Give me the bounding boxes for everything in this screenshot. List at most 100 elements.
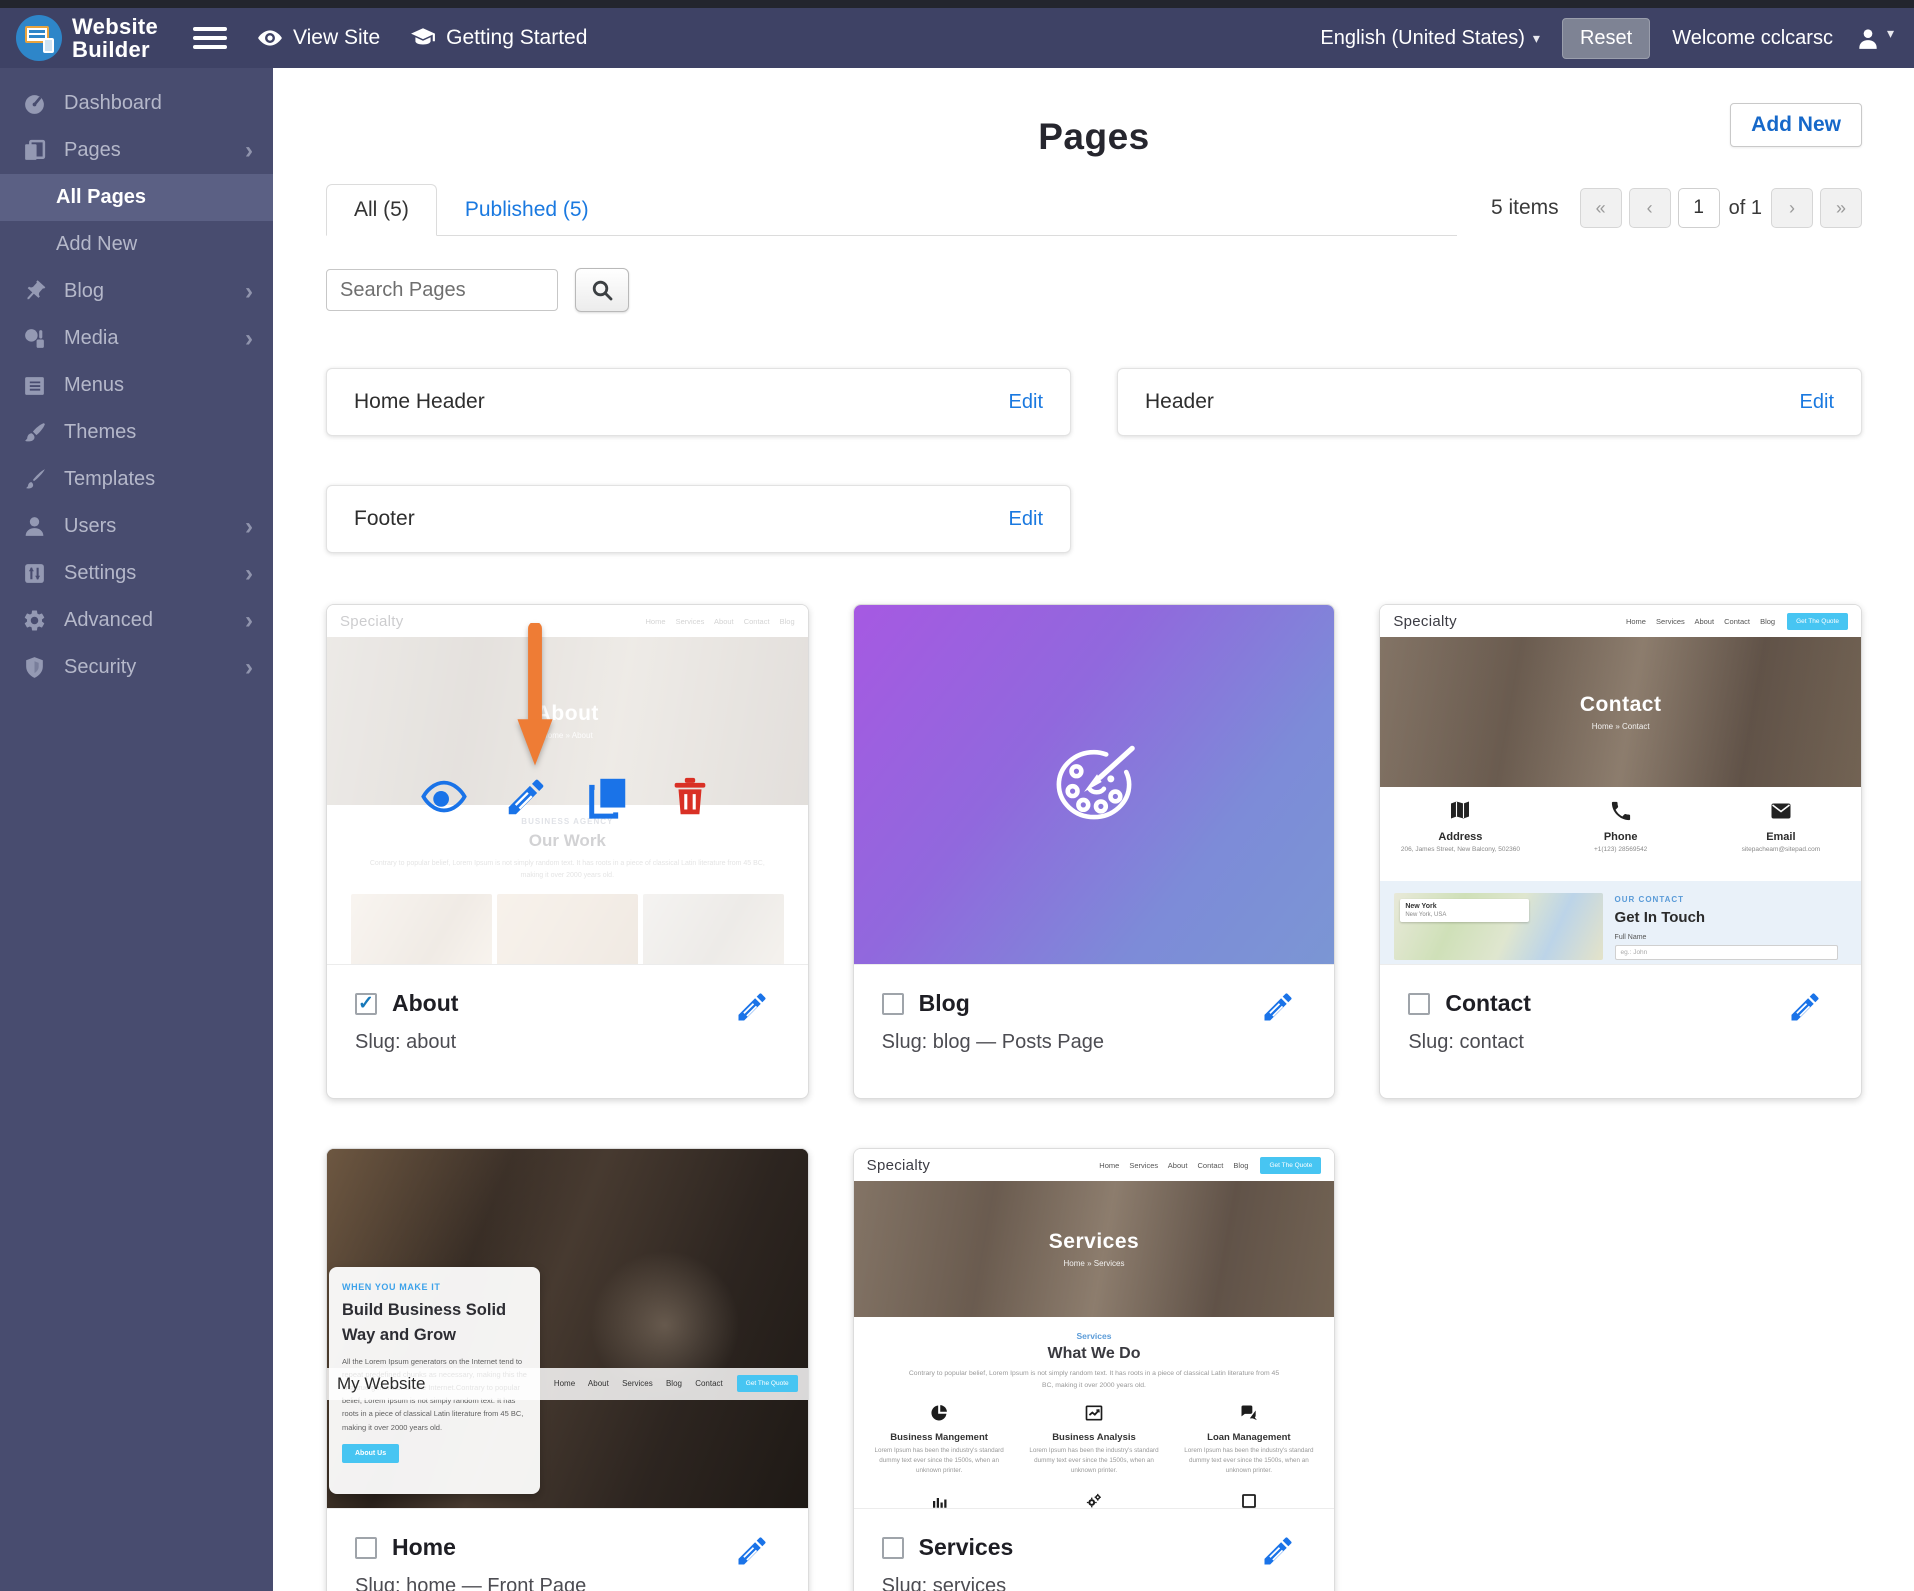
- page-thumbnail[interactable]: [854, 605, 1335, 965]
- header-footer-bars: Home Header Edit Header Edit Footer Edit: [326, 368, 1862, 553]
- check-icon: ✓: [358, 992, 374, 1015]
- map-icon: [1448, 799, 1472, 823]
- chevron-right-icon: ›: [245, 327, 253, 351]
- preview-nav: Home Services About Contact Blog: [1099, 1161, 1248, 1170]
- getting-started-button[interactable]: Getting Started: [410, 25, 587, 51]
- preview-address: 206, James Street, New Balcony, 502360: [1381, 846, 1540, 853]
- edit-page-button[interactable]: [734, 1533, 770, 1569]
- edit-page-button[interactable]: [1260, 1533, 1296, 1569]
- first-page-button[interactable]: «: [1580, 188, 1622, 228]
- user-avatar-icon: [1855, 25, 1881, 51]
- tab-published[interactable]: Published (5): [451, 185, 603, 235]
- pencil-icon: [1260, 1533, 1296, 1569]
- blog-placeholder: [854, 605, 1335, 964]
- preview-get-in-touch: Get In Touch: [1615, 909, 1847, 926]
- page-slug: Slug: blog — Posts Page: [882, 1031, 1307, 1054]
- pagination: 5 items « ‹ of 1 › »: [1491, 188, 1862, 236]
- search-button[interactable]: [575, 268, 629, 312]
- sidebar-item-media[interactable]: Media ›: [0, 315, 273, 362]
- tab-all[interactable]: All (5): [326, 184, 437, 236]
- search-input[interactable]: [326, 269, 558, 311]
- language-selector[interactable]: English (United States) ▾: [1320, 27, 1540, 50]
- page-thumbnail[interactable]: WHEN YOU MAKE IT Build Business Solid Wa…: [327, 1149, 808, 1509]
- sidebar-item-templates[interactable]: Templates: [0, 456, 273, 503]
- chevron-right-icon: ›: [245, 280, 253, 304]
- add-new-button[interactable]: Add New: [1730, 103, 1862, 147]
- edit-page-button[interactable]: [503, 774, 549, 820]
- pencil-icon: [503, 774, 549, 820]
- page-name: Contact: [1445, 990, 1531, 1017]
- shield-icon: [22, 655, 47, 680]
- sidebar-item-security[interactable]: Security ›: [0, 644, 273, 691]
- chevron-right-icon: ›: [245, 515, 253, 539]
- bar-title: Header: [1145, 390, 1214, 414]
- tabs-row: All (5) Published (5) 5 items « ‹ of 1 ›…: [326, 184, 1862, 236]
- dashboard-gauge-icon: [22, 91, 47, 116]
- sidebar: Dashboard Pages › All Pages Add New Blog…: [0, 68, 273, 1591]
- view-site-button[interactable]: View Site: [257, 25, 380, 51]
- orange-pointer-arrow: [514, 623, 556, 771]
- main-content: Pages Add New All (5) Published (5) 5 it…: [273, 68, 1914, 1591]
- page-checkbox[interactable]: [882, 993, 904, 1015]
- page-checkbox[interactable]: ✓: [355, 993, 377, 1015]
- edit-page-button[interactable]: [1260, 989, 1296, 1025]
- preview-map: New York New York, USA: [1394, 893, 1602, 960]
- sidebar-item-pages[interactable]: Pages ›: [0, 127, 273, 174]
- page-checkbox[interactable]: [1408, 993, 1430, 1015]
- preview-brand: Specialty: [867, 1157, 931, 1174]
- edit-link[interactable]: Edit: [1800, 391, 1834, 414]
- hamburger-menu-icon[interactable]: [193, 22, 227, 54]
- preview-hero-title: Contact: [1580, 693, 1662, 717]
- page-thumbnail[interactable]: Specialty Home Services About Contact Bl…: [1380, 605, 1861, 965]
- search-icon: [590, 278, 614, 302]
- pencil-icon: [734, 1533, 770, 1569]
- edit-link[interactable]: Edit: [1009, 391, 1043, 414]
- sidebar-label: Blog: [64, 280, 104, 303]
- chevron-right-icon: ›: [245, 656, 253, 680]
- sidebar-label: Users: [64, 515, 116, 538]
- sidebar-item-add-new[interactable]: Add New: [0, 221, 273, 268]
- sidebar-item-themes[interactable]: Themes: [0, 409, 273, 456]
- website-builder-logo-icon: [16, 15, 62, 61]
- card-footer: ✓ About Slug: about: [327, 965, 808, 1098]
- sidebar-item-dashboard[interactable]: Dashboard: [0, 80, 273, 127]
- chevron-down-icon: ▾: [1533, 30, 1540, 47]
- preview-page-button[interactable]: [421, 774, 467, 820]
- preview-kicker: Services: [854, 1331, 1335, 1341]
- sliders-icon: [22, 561, 47, 586]
- sidebar-label: Menus: [64, 374, 124, 397]
- delete-page-button[interactable]: [667, 774, 713, 820]
- view-site-label: View Site: [293, 26, 380, 50]
- user-menu[interactable]: ▾: [1855, 25, 1894, 51]
- last-page-button[interactable]: »: [1820, 188, 1862, 228]
- email-icon: [1769, 799, 1793, 823]
- page-checkbox[interactable]: [355, 1537, 377, 1559]
- page-number-input[interactable]: [1678, 188, 1720, 228]
- prev-page-button[interactable]: ‹: [1629, 188, 1671, 228]
- next-page-button[interactable]: ›: [1771, 188, 1813, 228]
- sidebar-item-all-pages[interactable]: All Pages: [0, 174, 273, 221]
- page-thumbnail[interactable]: Specialty Home Services About Contact Bl…: [854, 1149, 1335, 1509]
- pencil-icon: [1787, 989, 1823, 1025]
- sidebar-item-menus[interactable]: Menus: [0, 362, 273, 409]
- page-thumbnail[interactable]: Specialty Home Services About Contact Bl…: [327, 605, 808, 965]
- page-checkbox[interactable]: [882, 1537, 904, 1559]
- pages-icon: [22, 138, 47, 163]
- search-row: [326, 268, 1862, 312]
- edit-link[interactable]: Edit: [1009, 508, 1043, 531]
- edit-page-button[interactable]: [1787, 989, 1823, 1025]
- preview-heading: What We Do: [854, 1345, 1335, 1363]
- preview-section-text: Contrary to popular belief, Lorem Ipsum …: [361, 858, 774, 882]
- duplicate-page-button[interactable]: [585, 774, 631, 820]
- page-name: About: [392, 990, 458, 1017]
- sidebar-item-users[interactable]: Users ›: [0, 503, 273, 550]
- reset-button[interactable]: Reset: [1562, 18, 1650, 59]
- chevron-right-icon: ›: [245, 562, 253, 586]
- top-navbar: WebsiteBuilder View Site Getting Started…: [0, 8, 1914, 68]
- sidebar-item-blog[interactable]: Blog ›: [0, 268, 273, 315]
- sidebar-item-settings[interactable]: Settings ›: [0, 550, 273, 597]
- sidebar-item-advanced[interactable]: Advanced ›: [0, 597, 273, 644]
- header-bar: Header Edit: [1117, 368, 1862, 436]
- line-chart-icon: [1084, 1403, 1104, 1423]
- edit-page-button[interactable]: [734, 989, 770, 1025]
